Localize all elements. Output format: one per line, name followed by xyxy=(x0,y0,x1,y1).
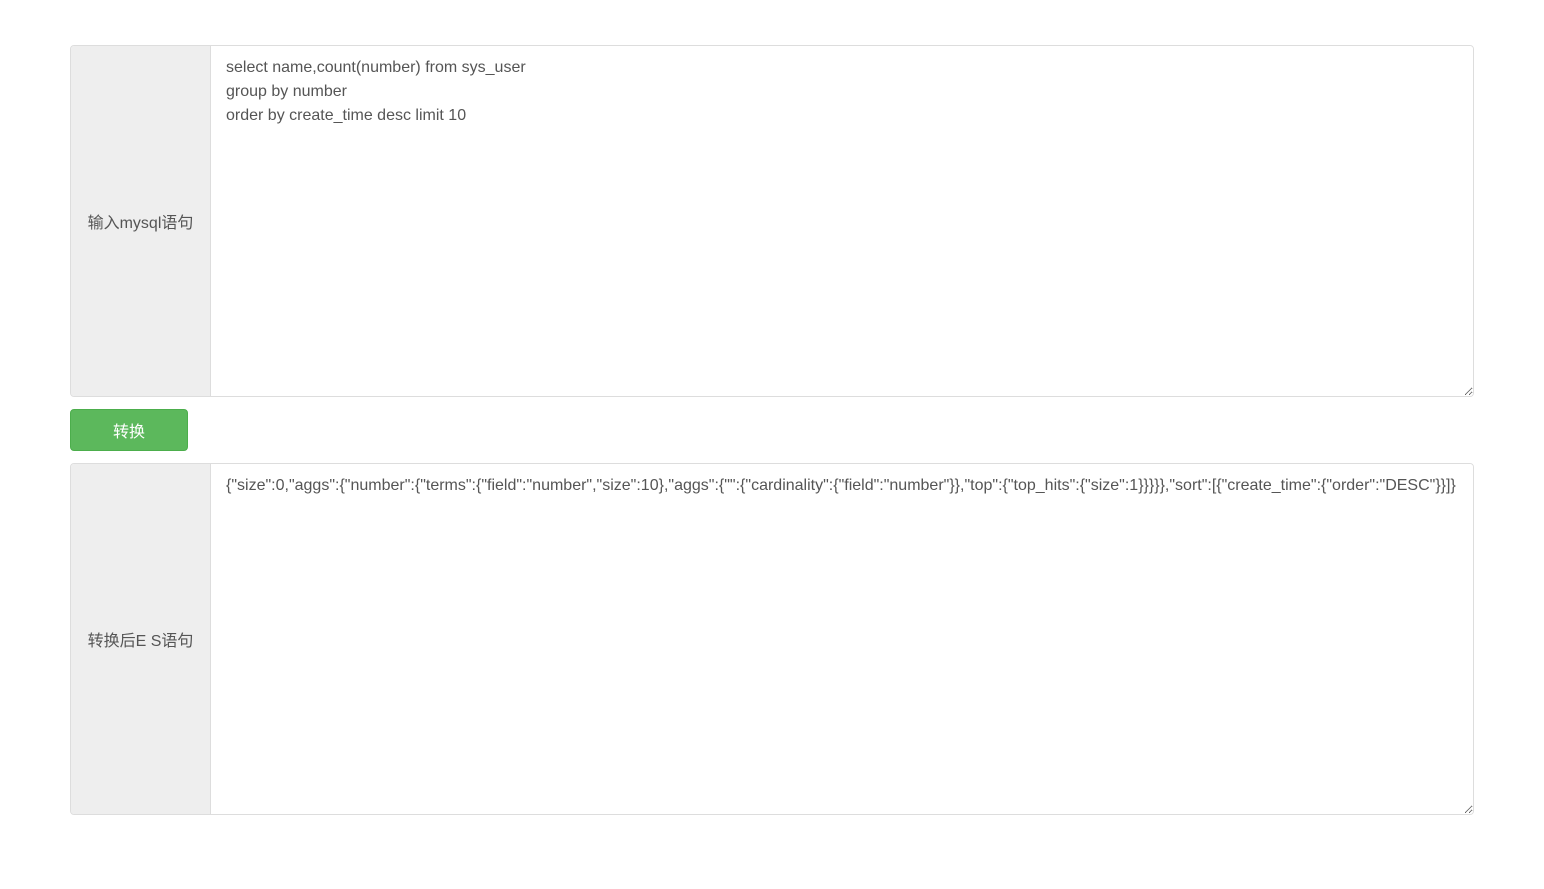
es-output-cell xyxy=(211,464,1473,814)
es-output-label: 转换后E S语句 xyxy=(71,464,211,814)
button-row: 转换 xyxy=(70,409,1474,451)
es-output-row: 转换后E S语句 xyxy=(70,463,1474,815)
mysql-input-textarea[interactable] xyxy=(211,46,1473,396)
convert-button[interactable]: 转换 xyxy=(70,409,188,451)
mysql-input-row: 输入mysql语句 xyxy=(70,45,1474,397)
es-output-textarea[interactable] xyxy=(211,464,1473,814)
mysql-input-cell xyxy=(211,46,1473,396)
mysql-input-label: 输入mysql语句 xyxy=(71,46,211,396)
